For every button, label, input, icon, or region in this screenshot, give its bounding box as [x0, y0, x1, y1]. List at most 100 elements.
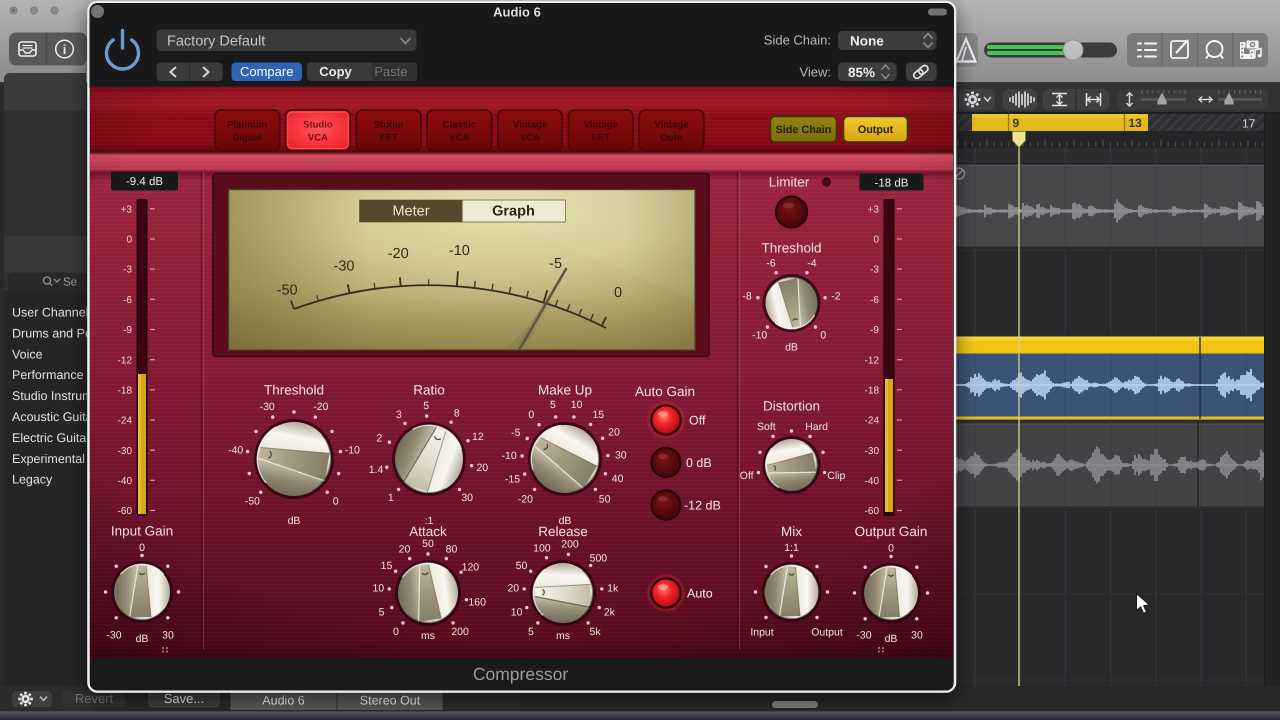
svg-text:Release: Release: [538, 524, 588, 539]
svg-text:dB: dB: [288, 515, 301, 527]
svg-text:0: 0: [614, 285, 622, 301]
svg-text:Threshold: Threshold: [264, 383, 324, 398]
svg-text:-20: -20: [388, 246, 409, 262]
svg-text:Classic: Classic: [443, 120, 476, 131]
svg-text:40: 40: [612, 473, 624, 485]
svg-text:ms: ms: [421, 630, 435, 642]
svg-text:Compressor: Compressor: [473, 664, 568, 684]
svg-text:Audio 6: Audio 6: [262, 694, 304, 708]
svg-text:10: 10: [511, 607, 523, 619]
svg-text:Audio 6: Audio 6: [493, 5, 541, 20]
svg-text:Distortion: Distortion: [763, 399, 820, 414]
svg-text:160: 160: [468, 597, 486, 609]
svg-text:5: 5: [550, 399, 556, 411]
svg-text:ms: ms: [556, 630, 570, 642]
svg-text:Voice: Voice: [12, 347, 43, 361]
svg-text:Hard: Hard: [805, 421, 828, 433]
svg-text:Side Chain: Side Chain: [776, 124, 832, 136]
svg-text:-10: -10: [502, 450, 517, 462]
svg-text:3: 3: [396, 409, 402, 421]
svg-text:30: 30: [615, 449, 627, 461]
svg-text:Stereo Out: Stereo Out: [360, 694, 421, 708]
svg-text:-24: -24: [118, 416, 133, 427]
svg-text:5: 5: [528, 626, 534, 638]
svg-text:-30: -30: [334, 258, 355, 274]
svg-text:85%: 85%: [848, 65, 875, 80]
svg-text:FET: FET: [592, 133, 610, 144]
svg-text:-40: -40: [865, 476, 880, 487]
svg-text:Clip: Clip: [827, 470, 845, 482]
svg-text:-10: -10: [752, 330, 767, 342]
svg-text:12: 12: [472, 431, 484, 443]
svg-text:10: 10: [372, 583, 384, 595]
svg-text:0: 0: [139, 542, 145, 554]
svg-text:9: 9: [1013, 116, 1020, 130]
svg-text:10: 10: [571, 399, 583, 411]
svg-text:Vintage: Vintage: [654, 120, 688, 131]
svg-text:Opto: Opto: [660, 133, 682, 144]
svg-text:-40: -40: [228, 445, 243, 457]
svg-text:Vintage: Vintage: [513, 120, 547, 131]
svg-text:Studio: Studio: [374, 120, 404, 131]
svg-text:Save...: Save...: [164, 691, 204, 706]
svg-text:FET: FET: [380, 133, 398, 144]
svg-text:Compare: Compare: [240, 64, 293, 79]
svg-text:Copy: Copy: [319, 64, 352, 79]
svg-text:0 dB: 0 dB: [686, 456, 712, 470]
svg-text:0: 0: [393, 626, 399, 638]
svg-text:0: 0: [888, 543, 894, 555]
svg-text:Performance P: Performance P: [12, 368, 95, 382]
svg-text:-2: -2: [831, 291, 840, 303]
svg-text:Factory Default: Factory Default: [167, 34, 265, 50]
svg-text:Drums and Pe: Drums and Pe: [12, 326, 92, 340]
svg-text:200: 200: [561, 538, 579, 550]
svg-text:-30: -30: [865, 446, 880, 457]
svg-text:-6: -6: [766, 258, 775, 270]
svg-text:1:1: 1:1: [784, 542, 799, 554]
svg-text:Off: Off: [689, 414, 706, 428]
svg-text:Make Up: Make Up: [538, 383, 592, 398]
svg-text:Graph: Graph: [492, 204, 535, 220]
svg-text:-12 dB: -12 dB: [684, 499, 721, 513]
svg-text:-24: -24: [865, 416, 880, 427]
svg-text:Ratio: Ratio: [413, 383, 445, 398]
svg-text:Studio Instrum: Studio Instrum: [12, 389, 93, 403]
svg-text:View:: View:: [799, 65, 831, 80]
svg-text:1: 1: [388, 492, 394, 504]
svg-text:Acoustic Guita: Acoustic Guita: [12, 410, 93, 424]
svg-text:Meter: Meter: [392, 204, 429, 220]
svg-text:1k: 1k: [607, 583, 619, 595]
svg-text:Auto Gain: Auto Gain: [635, 384, 695, 399]
svg-text:Platinum: Platinum: [227, 120, 267, 131]
svg-text:User Channel: User Channel: [12, 306, 88, 320]
svg-text:20: 20: [507, 583, 519, 595]
svg-text:-6: -6: [123, 295, 132, 306]
svg-text:100: 100: [533, 543, 551, 555]
svg-text:30: 30: [461, 492, 473, 504]
svg-text:-18 dB: -18 dB: [875, 178, 909, 190]
svg-text:-9.4 dB: -9.4 dB: [126, 176, 163, 188]
svg-text:50: 50: [516, 560, 528, 572]
svg-text:+3: +3: [868, 204, 880, 215]
svg-text:5k: 5k: [590, 626, 602, 638]
svg-text:Soft: Soft: [757, 421, 776, 433]
svg-text:Electric Guitar: Electric Guitar: [12, 431, 91, 445]
svg-text:13: 13: [1129, 116, 1143, 130]
svg-text:80: 80: [446, 544, 458, 556]
svg-text:Revert: Revert: [75, 691, 114, 706]
svg-text:Output Gain: Output Gain: [855, 524, 928, 539]
svg-text:-10: -10: [345, 445, 360, 457]
svg-text:-30: -30: [106, 630, 121, 642]
svg-text:200: 200: [451, 626, 469, 638]
svg-text:Limiter: Limiter: [769, 175, 810, 190]
svg-text:15: 15: [381, 560, 393, 572]
svg-text:-9: -9: [123, 325, 132, 336]
svg-text:-50: -50: [245, 496, 260, 508]
svg-text:1.4: 1.4: [369, 464, 384, 476]
svg-text:-8: -8: [742, 291, 751, 303]
svg-text:2k: 2k: [604, 607, 616, 619]
svg-text:Output: Output: [811, 627, 843, 639]
svg-text:20: 20: [399, 544, 411, 556]
svg-text:-4: -4: [807, 258, 816, 270]
svg-text:Side Chain:: Side Chain:: [764, 33, 831, 48]
